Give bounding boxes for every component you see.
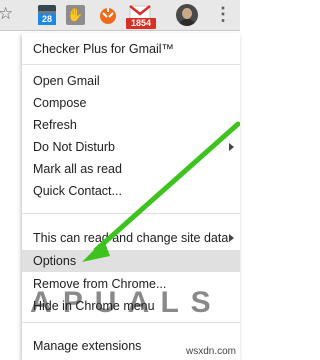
menu-item-compose[interactable]: Compose	[22, 92, 240, 114]
menu-item-mark-all-read[interactable]: Mark all as read	[22, 158, 240, 180]
menu-separator	[22, 64, 240, 65]
submenu-arrow-icon	[229, 143, 234, 151]
browser-toolbar: ☆ 28 ✋ 1854 ⋮	[0, 0, 240, 31]
menu-item-refresh[interactable]: Refresh	[22, 114, 240, 136]
menu-item-options[interactable]: Options	[22, 250, 240, 272]
bookmark-star-icon[interactable]: ☆	[0, 4, 13, 24]
menu-separator	[22, 213, 240, 214]
calendar-top	[38, 5, 56, 11]
menu-item-remove[interactable]: Remove from Chrome...	[22, 273, 240, 295]
calendar-extension-icon[interactable]: 28	[38, 5, 56, 25]
gmail-unread-badge: 1854	[126, 18, 156, 29]
avatar-body	[178, 19, 196, 26]
hand-extension-icon[interactable]: ✋	[66, 5, 85, 25]
menu-separator	[22, 322, 240, 323]
orange-extension-icon[interactable]	[97, 4, 119, 26]
extension-context-menu: Checker Plus for Gmail™ Open Gmail Compo…	[22, 33, 240, 360]
site-watermark: wsxdn.com	[185, 346, 236, 357]
menu-item-open-gmail[interactable]: Open Gmail	[22, 70, 240, 92]
menu-item-site-data[interactable]: This can read and change site data	[22, 227, 240, 249]
menu-item-quick-contact[interactable]: Quick Contact...	[22, 180, 240, 202]
menu-item-hide[interactable]: Hide in Chrome menu	[22, 295, 240, 317]
submenu-arrow-icon	[229, 234, 234, 242]
calendar-badge: 28	[38, 14, 56, 25]
avatar-face	[182, 8, 192, 19]
kebab-menu-icon[interactable]: ⋮	[214, 4, 232, 26]
menu-item-extension-name[interactable]: Checker Plus for Gmail™	[22, 38, 240, 60]
menu-item-do-not-disturb[interactable]: Do Not Disturb	[22, 136, 240, 158]
profile-avatar[interactable]	[176, 4, 198, 26]
